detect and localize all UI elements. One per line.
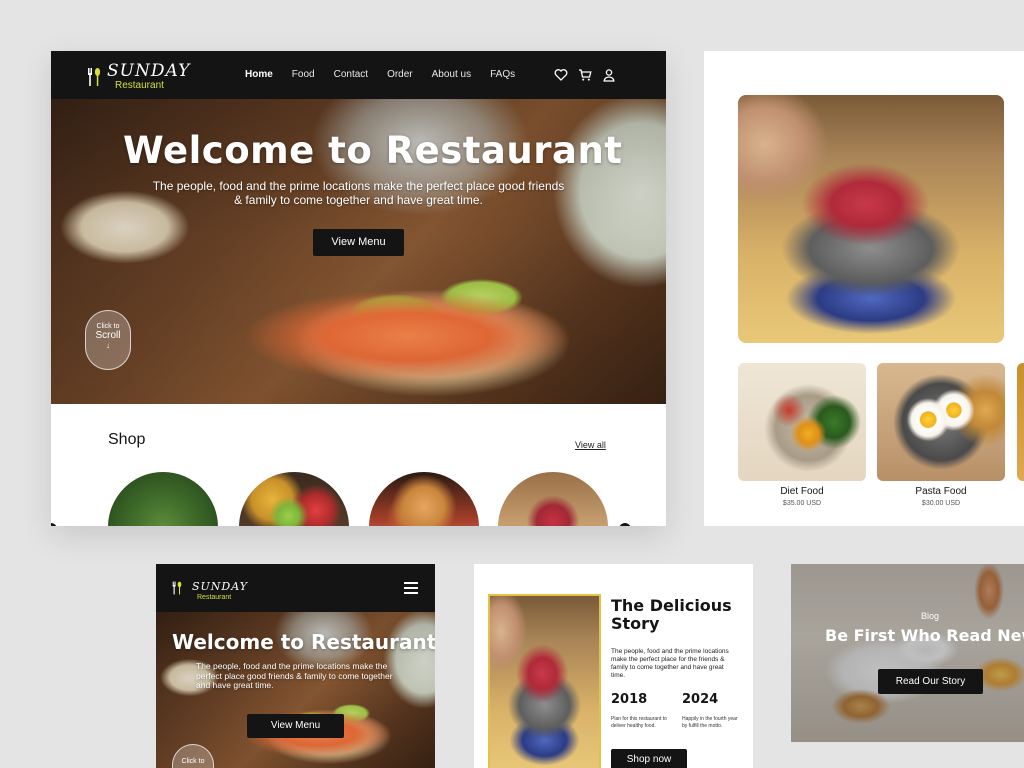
- hamburger-menu-icon[interactable]: [404, 582, 418, 594]
- milestone-year: 2024: [682, 692, 719, 707]
- nav-link-about-us[interactable]: About us: [432, 69, 471, 80]
- brand-script: SUNDAY: [192, 580, 249, 593]
- hero-description: The people, food and the prime locations…: [152, 179, 565, 208]
- product-photo: [738, 363, 866, 481]
- nav-icon-group: [554, 68, 616, 82]
- brand-script: SUNDAY: [107, 61, 191, 81]
- shop-category-meat[interactable]: [498, 472, 608, 526]
- carousel-next-dot[interactable]: [619, 523, 631, 526]
- milestone-year: 2018: [611, 692, 648, 707]
- story-photo-frame: [488, 594, 601, 768]
- mobile-view-menu-button[interactable]: View Menu: [247, 714, 344, 738]
- nav-link-food[interactable]: Food: [292, 69, 315, 80]
- shop-now-button[interactable]: Shop now: [611, 749, 687, 768]
- product-card-partial[interactable]: [1017, 363, 1024, 481]
- product-name: Pasta Food: [915, 486, 967, 497]
- mobile-hero-title: Welcome to Restaurant: [172, 630, 435, 654]
- nav-link-order[interactable]: Order: [387, 69, 413, 80]
- fork-spoon-icon: [172, 581, 186, 599]
- arrow-down-icon: ↓: [106, 341, 110, 350]
- main-menu: Home Food Contact Order About us FAQs: [245, 69, 534, 80]
- heart-icon[interactable]: [554, 68, 568, 82]
- shop-title: Shop: [108, 431, 146, 448]
- product-photo: [877, 363, 1005, 481]
- carousel-prev-dot[interactable]: [51, 523, 57, 526]
- nav-link-faqs[interactable]: FAQs: [490, 69, 515, 80]
- blog-photo-overlay: [791, 564, 1024, 742]
- hero-title: Welcome to Restaurant: [123, 129, 623, 172]
- scroll-label-small: Click to: [181, 758, 205, 765]
- view-all-link[interactable]: View all: [575, 440, 606, 450]
- product-showcase-card: Diet Food $35.00 USD Pasta Food $30.00 U…: [704, 51, 1024, 526]
- scroll-button[interactable]: Click to Scroll ↓: [85, 310, 131, 370]
- fork-spoon-icon: [87, 68, 101, 86]
- hero-section: Welcome to Restaurant The people, food a…: [51, 99, 666, 404]
- story-section-card: The Delicious Story The people, food and…: [474, 564, 753, 768]
- blog-title: Be First Who Read New: [825, 626, 1024, 645]
- mobile-homepage-card: SUNDAY Restaurant Welcome to Restaurant …: [156, 564, 435, 768]
- brand-subtitle: Restaurant: [197, 594, 232, 601]
- story-steak-photo: [490, 596, 599, 768]
- blog-section-card: Blog Be First Who Read New Read Our Stor…: [791, 564, 1024, 742]
- scroll-label-small: Click to: [96, 323, 120, 330]
- nav-link-home[interactable]: Home: [245, 69, 273, 80]
- top-navbar: SUNDAY Restaurant Home Food Contact Orde…: [51, 51, 666, 99]
- shop-section: Shop View all: [51, 404, 666, 526]
- product-card-pasta-food[interactable]: Pasta Food $30.00 USD: [877, 363, 1005, 507]
- story-body: The people, food and the prime locations…: [611, 648, 729, 680]
- product-price: $35.00 USD: [782, 500, 822, 507]
- shop-category-bakery[interactable]: [369, 472, 479, 526]
- user-icon[interactable]: [602, 68, 616, 82]
- blog-label: Blog: [921, 611, 940, 621]
- product-name: Diet Food: [780, 486, 824, 497]
- milestone-description: Plan for this restaurant to deliver heal…: [611, 716, 667, 729]
- product-card-diet-food[interactable]: Diet Food $35.00 USD: [738, 363, 866, 507]
- brand-logo[interactable]: SUNDAY Restaurant: [87, 63, 190, 91]
- shop-category-fruits[interactable]: [239, 472, 349, 526]
- product-price: $30.00 USD: [921, 500, 961, 507]
- mobile-navbar: SUNDAY Restaurant: [156, 564, 435, 612]
- mobile-hero-description: The people, food and the prime locations…: [196, 661, 393, 691]
- mobile-hero-section: Welcome to Restaurant The people, food a…: [156, 612, 435, 768]
- view-menu-button[interactable]: View Menu: [313, 229, 404, 256]
- milestone-description: Happily in the fourth year by fulfill th…: [682, 716, 738, 729]
- story-title: The Delicious Story: [611, 596, 732, 633]
- featured-steak-photo: [738, 95, 1004, 343]
- cart-icon[interactable]: [578, 68, 592, 82]
- brand-logo[interactable]: SUNDAY Restaurant: [172, 578, 248, 601]
- brand-subtitle: Restaurant: [115, 80, 164, 91]
- read-our-story-button[interactable]: Read Our Story: [878, 669, 983, 694]
- shop-category-plants[interactable]: [108, 472, 218, 526]
- nav-link-contact[interactable]: Contact: [334, 69, 368, 80]
- desktop-homepage-card: SUNDAY Restaurant Home Food Contact Orde…: [51, 51, 666, 526]
- scroll-label: Scroll: [95, 330, 121, 341]
